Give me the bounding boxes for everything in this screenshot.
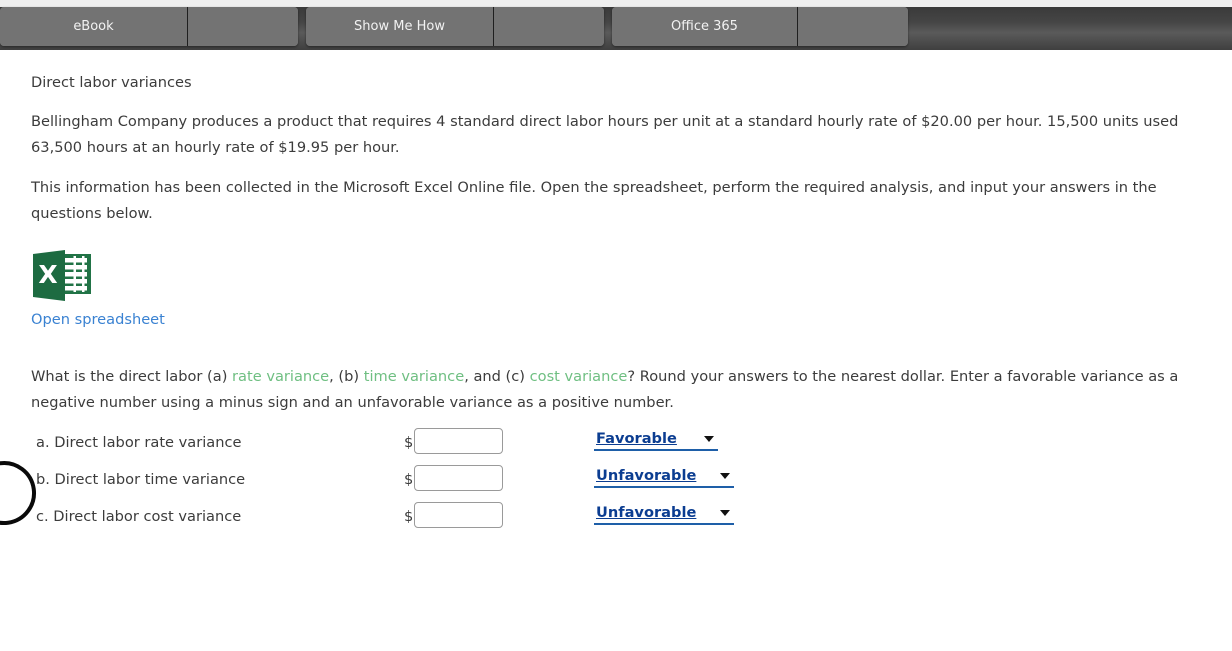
answer-row-a: a. Direct labor rate variance $ Favorabl… [0, 425, 1232, 462]
open-spreadsheet-link[interactable]: Open spreadsheet [31, 311, 165, 329]
question-text-part-2: , (b) [329, 368, 364, 385]
chevron-down-icon [720, 472, 730, 479]
intro-paragraph: Bellingham Company produces a product th… [31, 113, 1179, 156]
cost-variance-link[interactable]: cost variance [530, 368, 628, 385]
tab-group-ebook: eBook [0, 7, 298, 46]
tab-show-me-how-label: Show Me How [354, 19, 445, 34]
answer-row-b-dollar-sign: $ [404, 471, 414, 488]
tab-bar-inner: eBook Show Me How Office 365 [0, 7, 916, 50]
chevron-down-icon [704, 435, 714, 442]
page-title: Direct labor variances [31, 74, 192, 91]
direct-labor-rate-variance-select-value: Favorable [596, 430, 677, 447]
top-strip [0, 0, 1232, 7]
answer-row-a-dollar-sign: $ [404, 434, 414, 451]
question-text-part-1: What is the direct labor (a) [31, 368, 233, 385]
tab-office-365-extra[interactable] [798, 7, 908, 46]
direct-labor-cost-variance-select-value: Unfavorable [596, 504, 697, 521]
svg-text:X: X [38, 260, 57, 289]
open-spreadsheet-block: X Open spreadsheet [31, 250, 165, 329]
content-area: Direct labor variances Bellingham Compan… [0, 50, 1232, 651]
answers-section: a. Direct labor rate variance $ Favorabl… [0, 425, 1232, 536]
time-variance-link[interactable]: time variance [364, 368, 464, 385]
answer-row-b-label: b. Direct labor time variance [36, 471, 246, 488]
tab-office-365-label: Office 365 [671, 19, 738, 34]
direct-labor-cost-variance-input[interactable] [414, 502, 503, 528]
question-text-part-3: , and (c) [464, 368, 530, 385]
direct-labor-rate-variance-input[interactable] [414, 428, 503, 454]
rate-variance-link[interactable]: rate variance [232, 368, 329, 385]
tab-ebook-extra[interactable] [188, 7, 298, 46]
direct-labor-time-variance-input[interactable] [414, 465, 503, 491]
direct-labor-time-variance-select-value: Unfavorable [596, 467, 697, 484]
excel-instructions-paragraph: This information has been collected in t… [31, 179, 1157, 222]
tab-group-office-365: Office 365 [612, 7, 908, 46]
answer-row-b: b. Direct labor time variance $ Unfavora… [0, 462, 1232, 499]
direct-labor-time-variance-select[interactable]: Unfavorable [594, 465, 734, 488]
answer-row-c: c. Direct labor cost variance $ Unfavora… [0, 499, 1232, 536]
chevron-down-icon [720, 509, 730, 516]
direct-labor-rate-variance-select[interactable]: Favorable [594, 428, 718, 451]
tab-ebook-label: eBook [73, 19, 114, 34]
tab-ebook[interactable]: eBook [0, 7, 188, 46]
tab-group-show-me-how: Show Me How [306, 7, 604, 46]
tab-bar: eBook Show Me How Office 365 [0, 7, 1232, 50]
tab-show-me-how[interactable]: Show Me How [306, 7, 494, 46]
tab-show-me-how-extra[interactable] [494, 7, 604, 46]
tab-office-365[interactable]: Office 365 [612, 7, 798, 46]
excel-icon[interactable]: X [31, 250, 93, 301]
answer-row-c-dollar-sign: $ [404, 508, 414, 525]
answer-row-c-label: c. Direct labor cost variance [36, 508, 242, 525]
answer-row-a-label: a. Direct labor rate variance [36, 434, 242, 451]
direct-labor-cost-variance-select[interactable]: Unfavorable [594, 502, 734, 525]
question-paragraph: What is the direct labor (a) rate varian… [31, 364, 1223, 416]
